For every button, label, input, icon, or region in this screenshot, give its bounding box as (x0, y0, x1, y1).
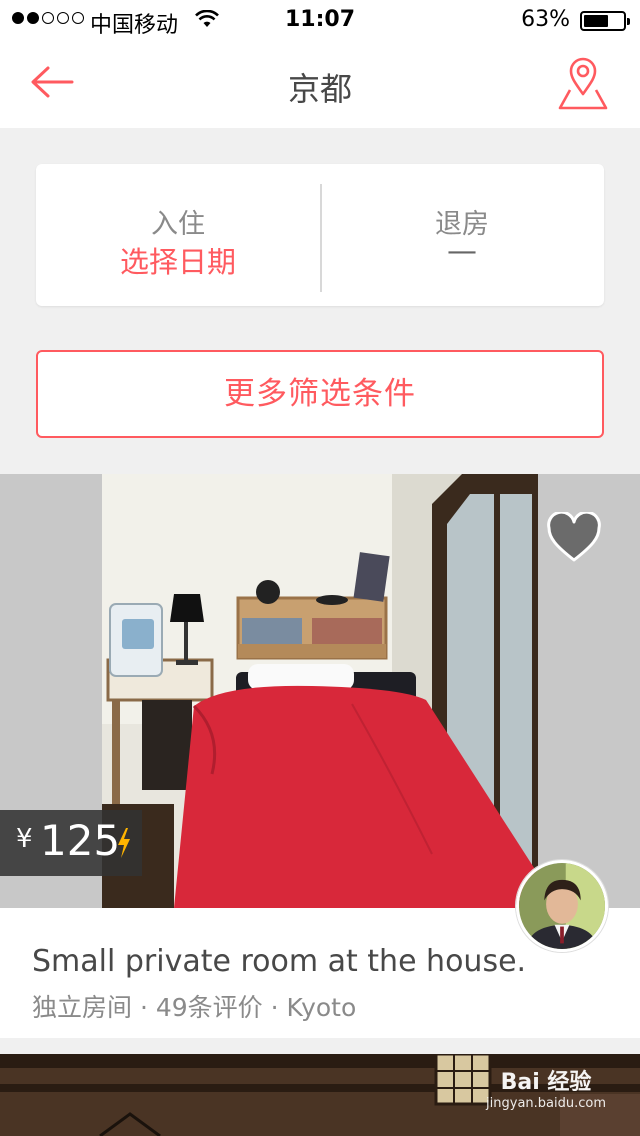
date-selector: 入住 选择日期 退房 — (36, 164, 604, 306)
host-avatar[interactable] (516, 860, 608, 952)
navigation-bar: 京都 (0, 40, 640, 128)
checkin-label: 入住 (151, 209, 205, 240)
lightning-icon (118, 828, 130, 858)
heart-icon[interactable] (546, 512, 602, 564)
watermark-brand: Bai 经验 (500, 1070, 592, 1095)
status-bar: 中国移动 11:07 63% (0, 0, 640, 40)
listing-photo-area[interactable]: ¥ 125 (0, 474, 640, 908)
listing-card-next[interactable]: Bai 经验 jingyan.baidu.com (0, 1054, 640, 1136)
checkout-date-picker[interactable]: 退房 — (320, 164, 604, 306)
checkin-value: 选择日期 (119, 245, 236, 279)
listing-details: 独立房间 · 49条评价 · Kyoto (32, 993, 357, 1022)
listing-title[interactable]: Small private room at the house. (32, 944, 526, 979)
map-pin-icon[interactable] (556, 56, 610, 112)
listing-photo (102, 474, 538, 908)
price-badge: ¥ 125 (0, 810, 142, 876)
page-title: 京都 (287, 70, 352, 108)
battery-percentage: 63% (521, 7, 570, 32)
watermark-url: jingyan.baidu.com (486, 1096, 606, 1111)
price-currency: ¥ (16, 824, 33, 854)
checkout-value: — (447, 234, 477, 269)
checkin-date-picker[interactable]: 入住 选择日期 (36, 164, 320, 306)
more-filters-button[interactable]: 更多筛选条件 (36, 350, 604, 438)
listing-card[interactable]: ¥ 125 Small private room at the house. 独… (0, 474, 640, 1038)
battery-icon (580, 11, 630, 31)
price-value: 125 (40, 816, 121, 865)
watermark: Bai 经验 jingyan.baidu.com (486, 1064, 606, 1111)
